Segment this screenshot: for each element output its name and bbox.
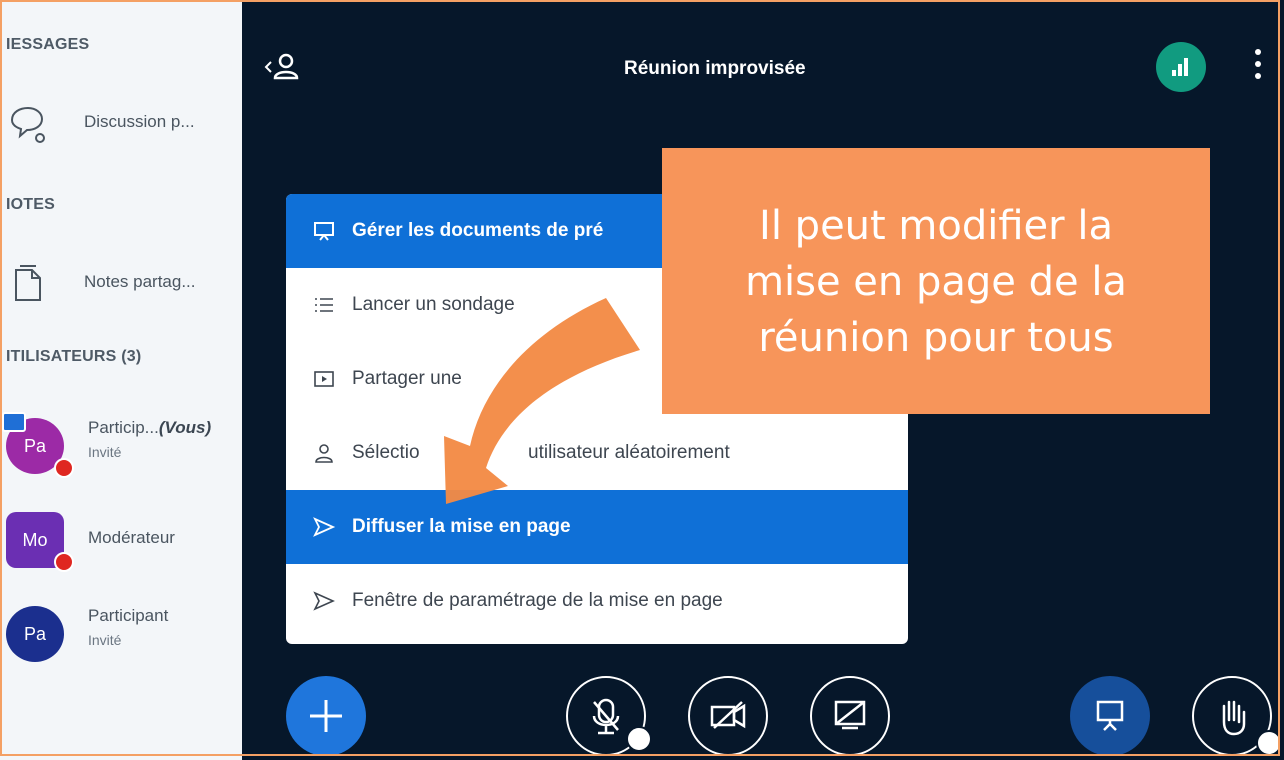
list-icon <box>315 298 333 312</box>
sidebar-item-discussion[interactable]: Discussion p... <box>0 96 242 152</box>
user-name: Participant <box>88 606 169 625</box>
presenter-icon <box>2 412 26 432</box>
sidebar-item-label: Notes partag... <box>84 272 196 291</box>
presentation-icon <box>314 222 334 241</box>
avatar-initials: Mo <box>22 529 48 550</box>
send-icon <box>313 591 335 611</box>
document-icon <box>15 265 41 301</box>
emoji-chevron-icon[interactable] <box>1256 730 1282 756</box>
camera-off-icon <box>710 701 746 729</box>
user-name: Modérateur <box>88 528 175 547</box>
user-item[interactable]: Pa Participant Invité <box>0 598 242 668</box>
plus-icon <box>310 700 342 732</box>
video-icon <box>314 371 334 387</box>
screen-share-off-icon <box>834 700 866 730</box>
avatar: Pa <box>6 606 64 662</box>
annotation-arrow-icon <box>444 298 640 504</box>
user-item[interactable]: Pa Particip...(Vous) Invité <box>0 410 242 480</box>
more-options-icon[interactable] <box>1250 46 1266 86</box>
user-name: Particip...(Vous) <box>88 418 212 437</box>
user-icon <box>315 444 333 463</box>
menu-item-label: Gérer les documents de pré <box>352 220 604 241</box>
avatar-initials: Pa <box>23 623 47 644</box>
avatar-initials: Pa <box>23 435 47 456</box>
annotation-callout: Il peut modifier la mise en page de la r… <box>662 148 1210 414</box>
chat-icon <box>10 106 45 143</box>
menu-item-label: Sélectio <box>352 442 420 463</box>
avatar: Mo <box>6 512 74 572</box>
callout-text: Il peut modifier la mise en page de la r… <box>745 203 1127 361</box>
sidebar-item-label: Discussion p... <box>84 112 195 131</box>
avatar: Pa <box>2 412 74 478</box>
actions-button[interactable] <box>286 676 366 756</box>
audio-settings-chevron-icon[interactable] <box>626 726 652 752</box>
restore-presentation-button[interactable] <box>1070 676 1150 756</box>
menu-item-label: Fenêtre de paramétrage de la mise en pag… <box>352 590 723 611</box>
muted-icon <box>54 458 74 478</box>
signal-icon <box>1172 58 1188 76</box>
users-section-title: ITILISATEURS (3) <box>6 348 142 365</box>
messages-section-title: IESSAGES <box>6 36 90 53</box>
send-icon <box>313 517 336 537</box>
sidebar: IESSAGES Discussion p... IOTES Notes par… <box>0 0 242 760</box>
muted-icon <box>54 552 74 572</box>
you-tag: (Vous) <box>158 418 212 437</box>
share-screen-button[interactable] <box>810 676 890 756</box>
user-role: Invité <box>88 444 122 460</box>
connection-status-button[interactable] <box>1156 42 1206 92</box>
meeting-title: Réunion improvisée <box>624 58 806 79</box>
menu-item-layout-settings[interactable]: Fenêtre de paramétrage de la mise en pag… <box>286 564 908 638</box>
sidebar-item-notes[interactable]: Notes partag... <box>0 256 242 312</box>
presentation-icon <box>1096 700 1124 731</box>
user-item[interactable]: Mo Modérateur <box>0 504 242 574</box>
user-role: Invité <box>88 632 122 648</box>
notes-section-title: IOTES <box>6 196 56 213</box>
share-webcam-button[interactable] <box>688 676 768 756</box>
toggle-userlist-icon[interactable] <box>262 48 302 88</box>
